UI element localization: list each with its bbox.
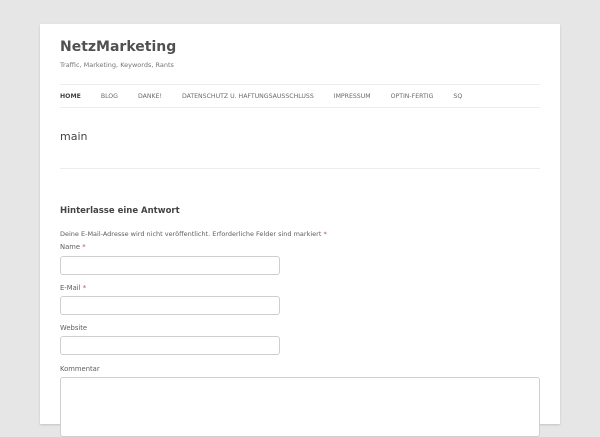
- page-container: NetzMarketing Traffic, Marketing, Keywor…: [40, 24, 560, 437]
- site-description: Traffic, Marketing, Keywords, Rants: [60, 61, 174, 69]
- website-field[interactable]: [60, 336, 280, 355]
- reply-title: Hinterlasse eine Antwort: [60, 206, 180, 216]
- name-required-marker: *: [82, 243, 86, 251]
- email-label: E-Mail *: [60, 284, 86, 292]
- comment-textarea[interactable]: [60, 377, 540, 437]
- main-navigation: HOME BLOG DANKE! DATENSCHUTZ U. HAFTUNGS…: [60, 84, 540, 108]
- site-title[interactable]: NetzMarketing: [60, 39, 176, 55]
- nav-item-optin-fertig[interactable]: OPTIN-FERTIG: [391, 93, 434, 100]
- name-label-text: Name: [60, 243, 81, 251]
- required-marker: *: [323, 230, 327, 238]
- comment-notes: Deine E-Mail-Adresse wird nicht veröffen…: [60, 230, 327, 238]
- website-label: Website: [60, 324, 87, 332]
- nav-item-home[interactable]: HOME: [60, 93, 81, 100]
- website-label-text: Website: [60, 324, 88, 332]
- email-field[interactable]: [60, 296, 280, 315]
- comment-label: Kommentar: [60, 365, 100, 373]
- comment-notes-text: Deine E-Mail-Adresse wird nicht veröffen…: [60, 230, 322, 238]
- nav-item-danke[interactable]: DANKE!: [138, 93, 162, 100]
- nav-item-sq[interactable]: SQ: [453, 93, 462, 100]
- nav-item-impressum[interactable]: IMPRESSUM: [334, 93, 371, 100]
- entry-title: main: [60, 130, 88, 143]
- email-label-text: E-Mail: [60, 284, 81, 292]
- name-label: Name *: [60, 243, 86, 251]
- nav-item-datenschutz[interactable]: DATENSCHUTZ U. HAFTUNGSAUSSCHLUSS: [182, 93, 314, 100]
- name-field[interactable]: [60, 256, 280, 275]
- nav-item-blog[interactable]: BLOG: [101, 93, 118, 100]
- email-required-marker: *: [82, 284, 87, 292]
- content-divider: [60, 168, 540, 169]
- comment-label-text: Kommentar: [60, 365, 100, 373]
